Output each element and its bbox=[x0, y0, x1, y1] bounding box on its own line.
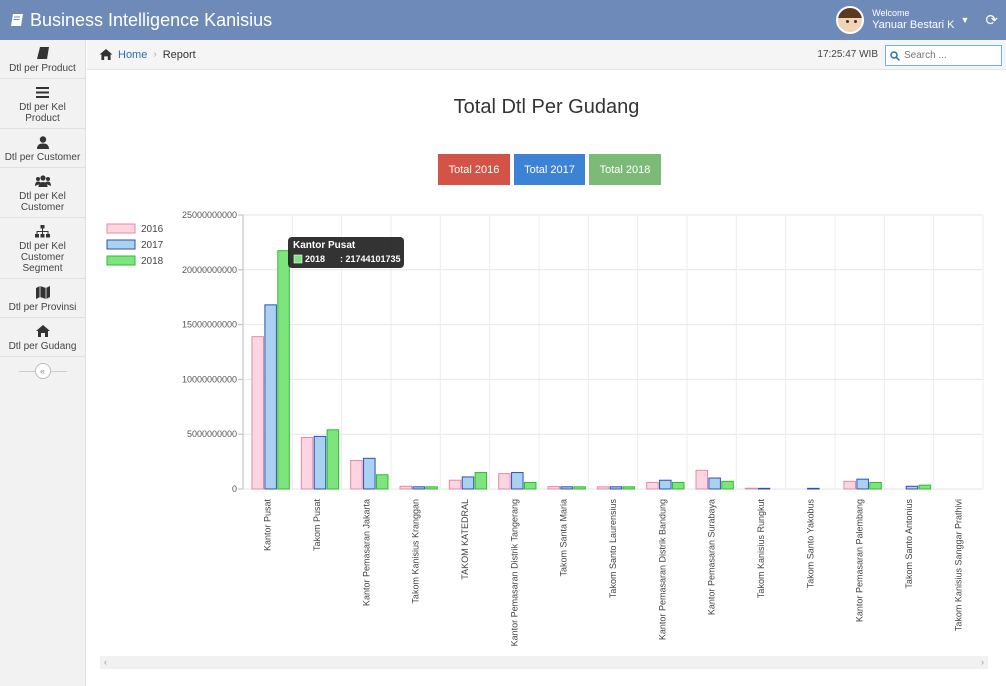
bar-2017 bbox=[412, 486, 425, 490]
legend-label: 2017 bbox=[141, 240, 164, 251]
y-tick-label: 5000000000 bbox=[187, 429, 237, 439]
y-tick-label: 0 bbox=[232, 484, 237, 494]
bar-2018 bbox=[425, 486, 438, 490]
bar-2016 bbox=[744, 487, 758, 490]
bar-2018 bbox=[375, 474, 389, 490]
bar-2018 bbox=[573, 486, 586, 490]
bar-2017 bbox=[905, 485, 919, 490]
bar-2018 bbox=[869, 481, 882, 490]
bar-2017 bbox=[659, 479, 672, 490]
x-tick-label: Takom Kanisius Kranggan bbox=[411, 499, 421, 604]
x-tick-label: Kantor Pemasaran Distrik Bandung bbox=[657, 499, 667, 640]
x-tick-label: Takom Pusat bbox=[312, 499, 322, 552]
bar-2016 bbox=[547, 486, 560, 490]
bar-2016 bbox=[251, 336, 264, 490]
bar-2017 bbox=[511, 472, 524, 490]
legend-swatch bbox=[106, 239, 136, 250]
x-tick-label: Kantor Pemasaran Distrik Tangerang bbox=[509, 499, 519, 646]
bar-2017 bbox=[757, 487, 771, 490]
bar-2018 bbox=[671, 481, 685, 490]
scroll-right-icon[interactable]: › bbox=[981, 656, 984, 669]
legend-swatch bbox=[106, 223, 136, 234]
x-tick-label: Kantor Pemasaran Palembang bbox=[855, 499, 865, 622]
bar-2018 bbox=[622, 486, 636, 490]
bar-2016 bbox=[300, 436, 314, 490]
bar-2017 bbox=[708, 477, 721, 490]
x-tick-label: Takom Santo Laurensius bbox=[608, 499, 618, 599]
bar-chart: 0 5000000000 10000000000 15000000000 2000000… bbox=[106, 210, 984, 646]
bar-2017 bbox=[560, 486, 573, 490]
bar-2016 bbox=[695, 469, 708, 490]
bar-2017 bbox=[264, 304, 277, 490]
bar-2017 bbox=[461, 476, 475, 490]
y-tick-label: 10000000000 bbox=[182, 374, 237, 384]
bar-2017 bbox=[807, 487, 820, 490]
tooltip-series: 2018 bbox=[305, 254, 325, 264]
tooltip-title: Kantor Pusat bbox=[293, 240, 356, 251]
y-tick-label: 25000000000 bbox=[182, 210, 237, 220]
bar-2018 bbox=[326, 429, 340, 490]
x-tick-label: Kantor Pemasaran Surabaya bbox=[707, 499, 717, 615]
bar-2016 bbox=[399, 485, 412, 490]
x-tick-label: Takom Santo Yakobus bbox=[805, 499, 815, 589]
tooltip-value: : 21744101735 bbox=[340, 254, 401, 264]
bar-2016 bbox=[498, 473, 511, 490]
tooltip-swatch bbox=[293, 254, 303, 264]
x-tick-label: TAKOM KATEDRAL bbox=[460, 499, 470, 580]
legend-label: 2018 bbox=[141, 256, 164, 267]
bar-2016 bbox=[843, 480, 856, 490]
x-tick-label: Takom Santa Maria bbox=[559, 499, 569, 577]
bar-2016 bbox=[646, 481, 659, 490]
x-tick-label: Kantor Pusat bbox=[263, 499, 273, 552]
bar-2017 bbox=[313, 435, 327, 490]
y-tick-label: 20000000000 bbox=[182, 265, 237, 275]
bar-2016 bbox=[350, 460, 363, 490]
bar-2018 bbox=[474, 472, 488, 490]
bar-2016 bbox=[596, 486, 610, 490]
legend-label: 2016 bbox=[141, 224, 164, 235]
x-tick-label: Takom Kanisius Sanggar Prathivi bbox=[953, 499, 963, 631]
legend-swatch bbox=[106, 255, 136, 266]
bar-2017 bbox=[363, 457, 376, 490]
bar-2018 bbox=[523, 481, 537, 490]
bar-2016 bbox=[448, 479, 462, 490]
bar-2018 bbox=[721, 480, 734, 490]
x-tick-label: Takom Santo Antonius bbox=[904, 499, 914, 589]
bar-2018 bbox=[277, 250, 290, 490]
bar-2017 bbox=[856, 478, 869, 490]
y-tick-label: 15000000000 bbox=[182, 320, 237, 330]
bar-2017 bbox=[609, 486, 623, 490]
bar-2018 bbox=[918, 484, 932, 490]
scroll-left-icon[interactable]: ‹ bbox=[104, 656, 107, 669]
x-tick-label: Takom Kanisius Rungkut bbox=[756, 499, 766, 599]
x-tick-label: Kantor Pemasaran Jakarta bbox=[361, 499, 371, 606]
horizontal-scrollbar[interactable]: ‹ › bbox=[100, 656, 988, 669]
